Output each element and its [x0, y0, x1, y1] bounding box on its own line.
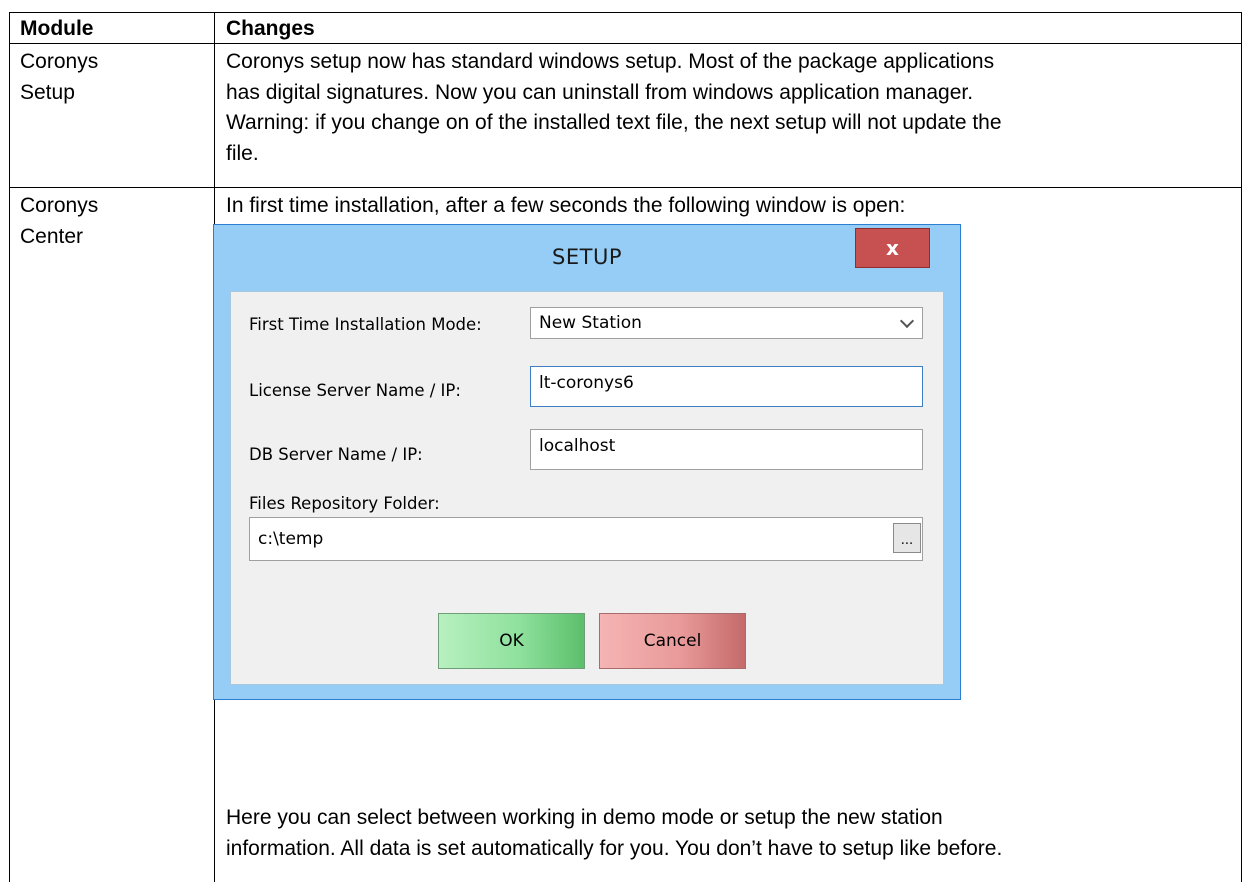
- header-module: Module: [20, 17, 94, 40]
- row2-after-line2: information. All data is set automatical…: [226, 837, 1003, 860]
- row1-change-line2: has digital signatures. Now you can unin…: [226, 81, 974, 104]
- row1-change-line1: Coronys setup now has standard windows s…: [226, 50, 995, 73]
- row2-module-line2: Center: [20, 225, 84, 248]
- row2-module-line1: Coronys: [20, 194, 99, 217]
- row1-change-line4: file.: [226, 142, 259, 165]
- document-page: Module Changes Coronys Setup Coronys set…: [0, 0, 1253, 882]
- dialog-title: SETUP: [552, 245, 622, 269]
- installation-mode-select[interactable]: New Station: [530, 307, 923, 339]
- license-server-value: lt-coronys6: [539, 373, 634, 393]
- row1-module-line1: Coronys: [20, 50, 99, 73]
- row-divider: [9, 187, 1242, 188]
- db-server-input[interactable]: localhost: [530, 429, 923, 470]
- dialog-body: First Time Installation Mode: New Statio…: [230, 291, 944, 685]
- table-border-right: [1241, 12, 1242, 882]
- chevron-down-icon: [899, 313, 915, 329]
- setup-dialog: SETUP x First Time Installation Mode: Ne…: [213, 224, 961, 700]
- files-repository-input[interactable]: c:\temp: [249, 517, 923, 561]
- browse-button[interactable]: ...: [893, 523, 921, 553]
- license-server-input[interactable]: lt-coronys6: [530, 366, 923, 407]
- ok-button[interactable]: OK: [438, 613, 585, 669]
- header-changes: Changes: [226, 17, 315, 40]
- table-border-left: [9, 12, 10, 882]
- files-repository-value: c:\temp: [258, 529, 324, 549]
- db-server-label: DB Server Name / IP:: [249, 445, 423, 464]
- cancel-button[interactable]: Cancel: [599, 613, 746, 669]
- header-divider: [9, 43, 1242, 44]
- close-icon[interactable]: x: [855, 228, 930, 268]
- installation-mode-value: New Station: [539, 313, 642, 333]
- row2-intro-text: In first time installation, after a few …: [226, 194, 906, 217]
- db-server-value: localhost: [539, 436, 616, 456]
- table-border-top: [9, 12, 1242, 13]
- license-server-label: License Server Name / IP:: [249, 381, 461, 400]
- installation-mode-label: First Time Installation Mode:: [249, 315, 482, 334]
- files-repository-label: Files Repository Folder:: [249, 494, 440, 513]
- row1-change-line3: Warning: if you change on of the install…: [226, 111, 1002, 134]
- row1-module-line2: Setup: [20, 81, 75, 104]
- row2-after-line1: Here you can select between working in d…: [226, 806, 943, 829]
